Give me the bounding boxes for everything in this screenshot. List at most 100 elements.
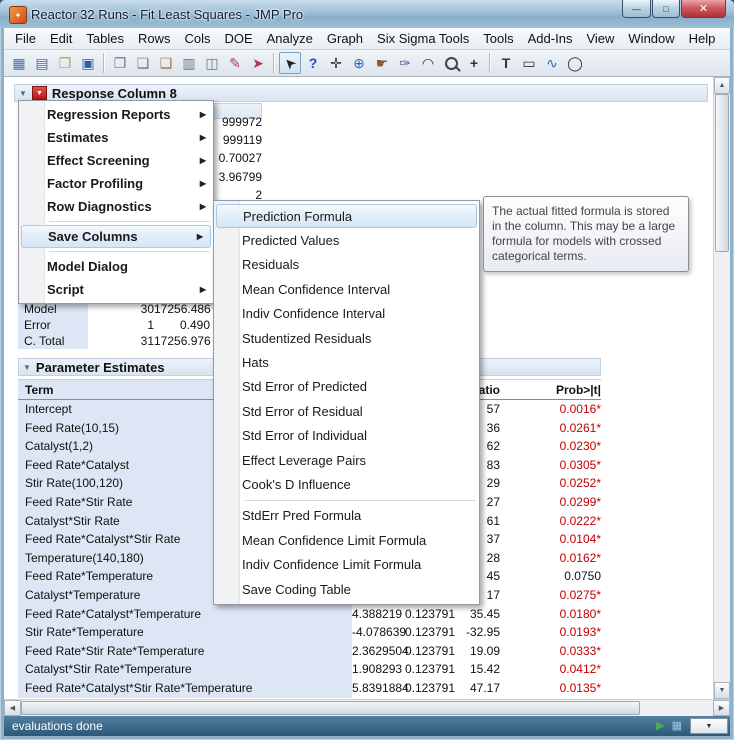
menu-window[interactable]: Window: [621, 29, 681, 48]
vertical-scrollbar[interactable]: ▲ ▼: [713, 77, 730, 699]
close-button[interactable]: ✕: [681, 0, 726, 18]
print-icon[interactable]: ▥: [178, 52, 200, 74]
menu-item-predicted-values[interactable]: Predicted Values: [214, 228, 479, 252]
table-row[interactable]: Feed Rate*Stir Rate*Temperature 2.3629504…: [18, 641, 601, 661]
new-window-icon[interactable]: ❐: [109, 52, 131, 74]
submenu-arrow-icon: ▶: [199, 202, 206, 211]
maximize-button[interactable]: □: [652, 0, 680, 18]
scroll-left-button[interactable]: ◀: [4, 700, 21, 716]
menu-item-std-error-of-individual[interactable]: Std Error of Individual: [214, 424, 479, 448]
menu-item-effect-leverage-pairs[interactable]: Effect Leverage Pairs: [214, 448, 479, 472]
arrow-tool-icon[interactable]: ➤: [279, 52, 301, 74]
disclosure-triangle-icon[interactable]: ▼: [19, 89, 27, 98]
copy-icon[interactable]: ❏: [132, 52, 154, 74]
menu-doe[interactable]: DOE: [217, 29, 259, 48]
menu-item-factor-profiling[interactable]: Factor Profiling ▶: [19, 172, 213, 195]
menu-item-estimates[interactable]: Estimates ▶: [19, 126, 213, 149]
paste-icon[interactable]: ❑: [155, 52, 177, 74]
status-dropdown-button[interactable]: ▼: [690, 718, 728, 734]
open-icon[interactable]: ❒: [54, 52, 76, 74]
anova-df: 1: [147, 318, 154, 332]
column-header-prob[interactable]: Prob>|t|: [500, 380, 601, 399]
globe-tool-icon[interactable]: ⊕: [348, 52, 370, 74]
submenu-arrow-icon: ▶: [199, 285, 206, 294]
pe-prob: 0.0252*: [559, 476, 601, 491]
text-tool-icon[interactable]: T: [495, 52, 517, 74]
menu-item-std-error-of-predicted[interactable]: Std Error of Predicted: [214, 375, 479, 399]
menu-item-indiv-confidence-interval[interactable]: Indiv Confidence Interval: [214, 302, 479, 326]
menu-item-mean-confidence-limit-formula[interactable]: Mean Confidence Limit Formula: [214, 528, 479, 552]
pe-t-ratio: -32.95: [465, 625, 500, 640]
pe-prob: 0.0016*: [559, 402, 601, 416]
title-bar[interactable]: ✦ Reactor 32 Runs - Fit Least Squares - …: [0, 0, 734, 28]
menu-item-save-coding-table[interactable]: Save Coding Table: [214, 577, 479, 601]
annotate-icon[interactable]: ✎: [224, 52, 246, 74]
menu-item-effect-screening[interactable]: Effect Screening ▶: [19, 149, 213, 172]
window-list-icon[interactable]: ▦: [672, 720, 682, 732]
pe-term: Feed Rate*Catalyst*Temperature: [18, 604, 352, 624]
menu-item-mean-confidence-interval[interactable]: Mean Confidence Interval: [214, 277, 479, 301]
magnifier-tool-icon[interactable]: [440, 52, 462, 74]
run-script-icon[interactable]: ➤: [247, 52, 269, 74]
save-icon[interactable]: ▣: [77, 52, 99, 74]
hand-tool-icon[interactable]: ☛: [371, 52, 393, 74]
menu-item-cook-s-d-influence[interactable]: Cook's D Influence: [214, 472, 479, 496]
menu-add-ins[interactable]: Add-Ins: [521, 29, 580, 48]
menu-file[interactable]: File: [8, 29, 43, 48]
grabber-tool-icon[interactable]: ✛: [325, 52, 347, 74]
minimize-button[interactable]: —: [622, 0, 651, 18]
menu-edit[interactable]: Edit: [43, 29, 79, 48]
run-indicator-icon[interactable]: ▶: [656, 720, 664, 732]
anova-row[interactable]: C. Total 31 17256.976: [18, 333, 216, 349]
menu-six-sigma-tools[interactable]: Six Sigma Tools: [370, 29, 476, 48]
oval-tool-icon[interactable]: ◯: [564, 52, 586, 74]
menu-item-regression-reports[interactable]: Regression Reports ▶: [19, 103, 213, 126]
table-row[interactable]: Feed Rate*Catalyst*Stir Rate*Temperature…: [18, 678, 601, 698]
menu-help[interactable]: Help: [682, 29, 723, 48]
table-row[interactable]: Feed Rate*Catalyst*Temperature 4.388219 0.…: [18, 604, 601, 624]
lasso-tool-icon[interactable]: ◠: [417, 52, 439, 74]
menu-item-studentized-residuals[interactable]: Studentized Residuals: [214, 326, 479, 350]
anova-row[interactable]: Error 1 0.490: [18, 317, 216, 333]
toolbar-separator: [103, 53, 105, 73]
pe-estimate: 1.908293: [352, 662, 403, 677]
horizontal-scrollbar[interactable]: ◀ ▶: [4, 699, 730, 716]
menu-view[interactable]: View: [579, 29, 621, 48]
scroll-up-button[interactable]: ▲: [714, 77, 730, 94]
menu-item-row-diagnostics[interactable]: Row Diagnostics ▶: [19, 195, 213, 218]
rect-tool-icon[interactable]: ▭: [518, 52, 540, 74]
menu-item-residuals[interactable]: Residuals: [214, 253, 479, 277]
layout-icon[interactable]: ◫: [201, 52, 223, 74]
menu-item-save-columns[interactable]: Save Columns ▶: [21, 225, 211, 248]
new-data-table-icon[interactable]: ▦: [8, 52, 30, 74]
disclosure-triangle-icon[interactable]: ▼: [23, 363, 31, 372]
menu-graph[interactable]: Graph: [320, 29, 370, 48]
menu-item-model-dialog[interactable]: Model Dialog: [19, 255, 213, 278]
menu-tables[interactable]: Tables: [79, 29, 131, 48]
menu-item-script[interactable]: Script ▶: [19, 278, 213, 301]
jmp-app-icon[interactable]: ✦: [9, 6, 27, 24]
scroll-right-button[interactable]: ▶: [713, 700, 730, 716]
table-row[interactable]: Catalyst*Stir Rate*Temperature 1.908293 0.…: [18, 660, 601, 679]
horizontal-scroll-thumb[interactable]: [21, 701, 640, 715]
new-journal-icon[interactable]: ▤: [31, 52, 53, 74]
menu-item-stderr-pred-formula[interactable]: StdErr Pred Formula: [214, 504, 479, 528]
curve-tool-icon[interactable]: ∿: [541, 52, 563, 74]
help-tool-icon[interactable]: ?: [302, 52, 324, 74]
menu-item-std-error-of-residual[interactable]: Std Error of Residual: [214, 399, 479, 423]
crosshair-tool-icon[interactable]: +: [463, 52, 485, 74]
table-row[interactable]: Stir Rate*Temperature -4.078639 0.123791 -3…: [18, 623, 601, 642]
vertical-scroll-thumb[interactable]: [715, 94, 729, 252]
toolbar-separator: [273, 53, 275, 73]
menu-tools[interactable]: Tools: [476, 29, 520, 48]
pe-term: Stir Rate*Temperature: [18, 623, 352, 642]
menu-item-hats[interactable]: Hats: [214, 350, 479, 374]
brush-tool-icon[interactable]: ✑: [394, 52, 416, 74]
menu-rows[interactable]: Rows: [131, 29, 178, 48]
menu-cols[interactable]: Cols: [177, 29, 217, 48]
menu-item-prediction-formula[interactable]: Prediction Formula: [216, 204, 477, 229]
red-triangle-button[interactable]: ▼: [31, 86, 47, 100]
menu-item-indiv-confidence-limit-formula[interactable]: Indiv Confidence Limit Formula: [214, 552, 479, 576]
menu-analyze[interactable]: Analyze: [260, 29, 320, 48]
scroll-down-button[interactable]: ▼: [714, 682, 730, 699]
